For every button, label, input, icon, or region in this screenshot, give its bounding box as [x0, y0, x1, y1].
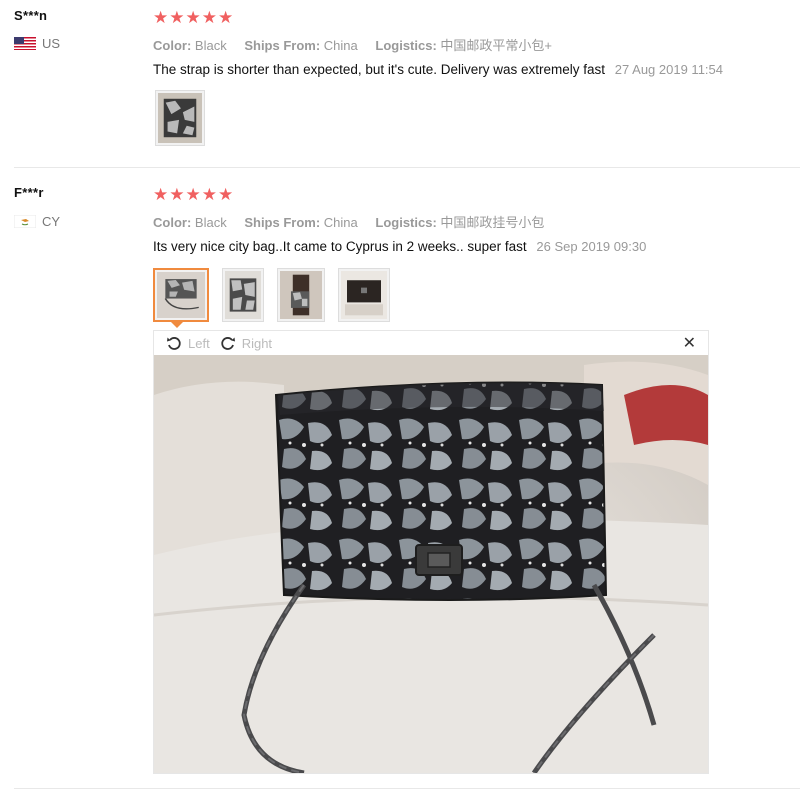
logistics-label: Logistics:: [375, 38, 437, 53]
review-item: S***n US ★ ★ ★ ★ ★ Color: Black Ships Fr…: [0, 0, 800, 167]
review-photo-thumbnail[interactable]: [277, 268, 325, 322]
ships-from-label: Ships From:: [244, 215, 321, 230]
review-photo-thumbnail[interactable]: [153, 268, 209, 322]
star-icon: ★: [185, 185, 201, 204]
ships-from-label: Ships From:: [244, 38, 321, 53]
star-icon: ★: [201, 185, 217, 204]
star-rating: ★ ★ ★ ★ ★: [153, 9, 233, 26]
color-value: Black: [194, 38, 227, 53]
color-value: Black: [194, 215, 227, 230]
star-icon: ★: [201, 8, 217, 27]
cy-flag-icon: [13, 214, 37, 229]
review-photo-thumbnail[interactable]: [155, 90, 205, 146]
star-rating: ★ ★ ★ ★ ★: [153, 186, 233, 203]
rotate-left-icon: [167, 337, 181, 350]
rotate-right-label: Right: [241, 335, 273, 351]
color-label: Color:: [153, 215, 192, 230]
us-flag-icon: [14, 37, 36, 50]
reviewer-name: F***r: [14, 185, 44, 200]
review-date: 26 Sep 2019 09:30: [536, 239, 647, 254]
ships-from-value: China: [323, 215, 358, 230]
review-text: The strap is shorter than expected, but …: [153, 62, 606, 77]
logistics-value: 中国邮政挂号小包: [440, 215, 545, 230]
viewer-toolbar: Left Right ✕: [154, 331, 708, 355]
reviewer-name: S***n: [14, 8, 48, 23]
rotate-right-button[interactable]: Right: [220, 335, 272, 351]
order-info: Color: Black Ships From: China Logistics…: [153, 212, 558, 231]
review-text: Its very nice city bag..It came to Cypru…: [153, 239, 527, 254]
reviewer-country: US: [14, 36, 60, 51]
star-icon: ★: [153, 8, 169, 27]
star-icon: ★: [218, 185, 234, 204]
star-icon: ★: [169, 8, 185, 27]
rotate-left-label: Left: [188, 335, 210, 351]
rotate-left-button[interactable]: Left: [166, 335, 210, 351]
star-icon: ★: [185, 8, 201, 27]
star-icon: ★: [153, 185, 169, 204]
star-icon: ★: [218, 8, 234, 27]
reviewer-country: CY: [13, 214, 61, 229]
country-code: US: [42, 36, 61, 51]
star-icon: ★: [169, 185, 185, 204]
ships-from-value: China: [323, 38, 358, 53]
review-photo-large: [154, 355, 708, 773]
review-body: The strap is shorter than expected, but …: [153, 62, 723, 77]
review-date: 27 Aug 2019 11:54: [614, 62, 723, 77]
active-thumbnail-caret: [171, 322, 183, 328]
country-code: CY: [42, 214, 61, 229]
review-photo-thumbnail[interactable]: [338, 268, 390, 322]
logistics-value: 中国邮政平常小包+: [440, 38, 553, 53]
review-body: Its very nice city bag..It came to Cypru…: [153, 239, 646, 254]
image-viewer: Left Right ✕: [153, 330, 709, 774]
logistics-label: Logistics:: [375, 215, 437, 230]
color-label: Color:: [153, 38, 192, 53]
close-icon[interactable]: ✕: [683, 333, 696, 353]
review-divider: [14, 788, 800, 789]
review-photo-thumbnail[interactable]: [222, 268, 264, 322]
rotate-right-icon: [221, 337, 235, 350]
order-info: Color: Black Ships From: China Logistics…: [153, 35, 566, 54]
